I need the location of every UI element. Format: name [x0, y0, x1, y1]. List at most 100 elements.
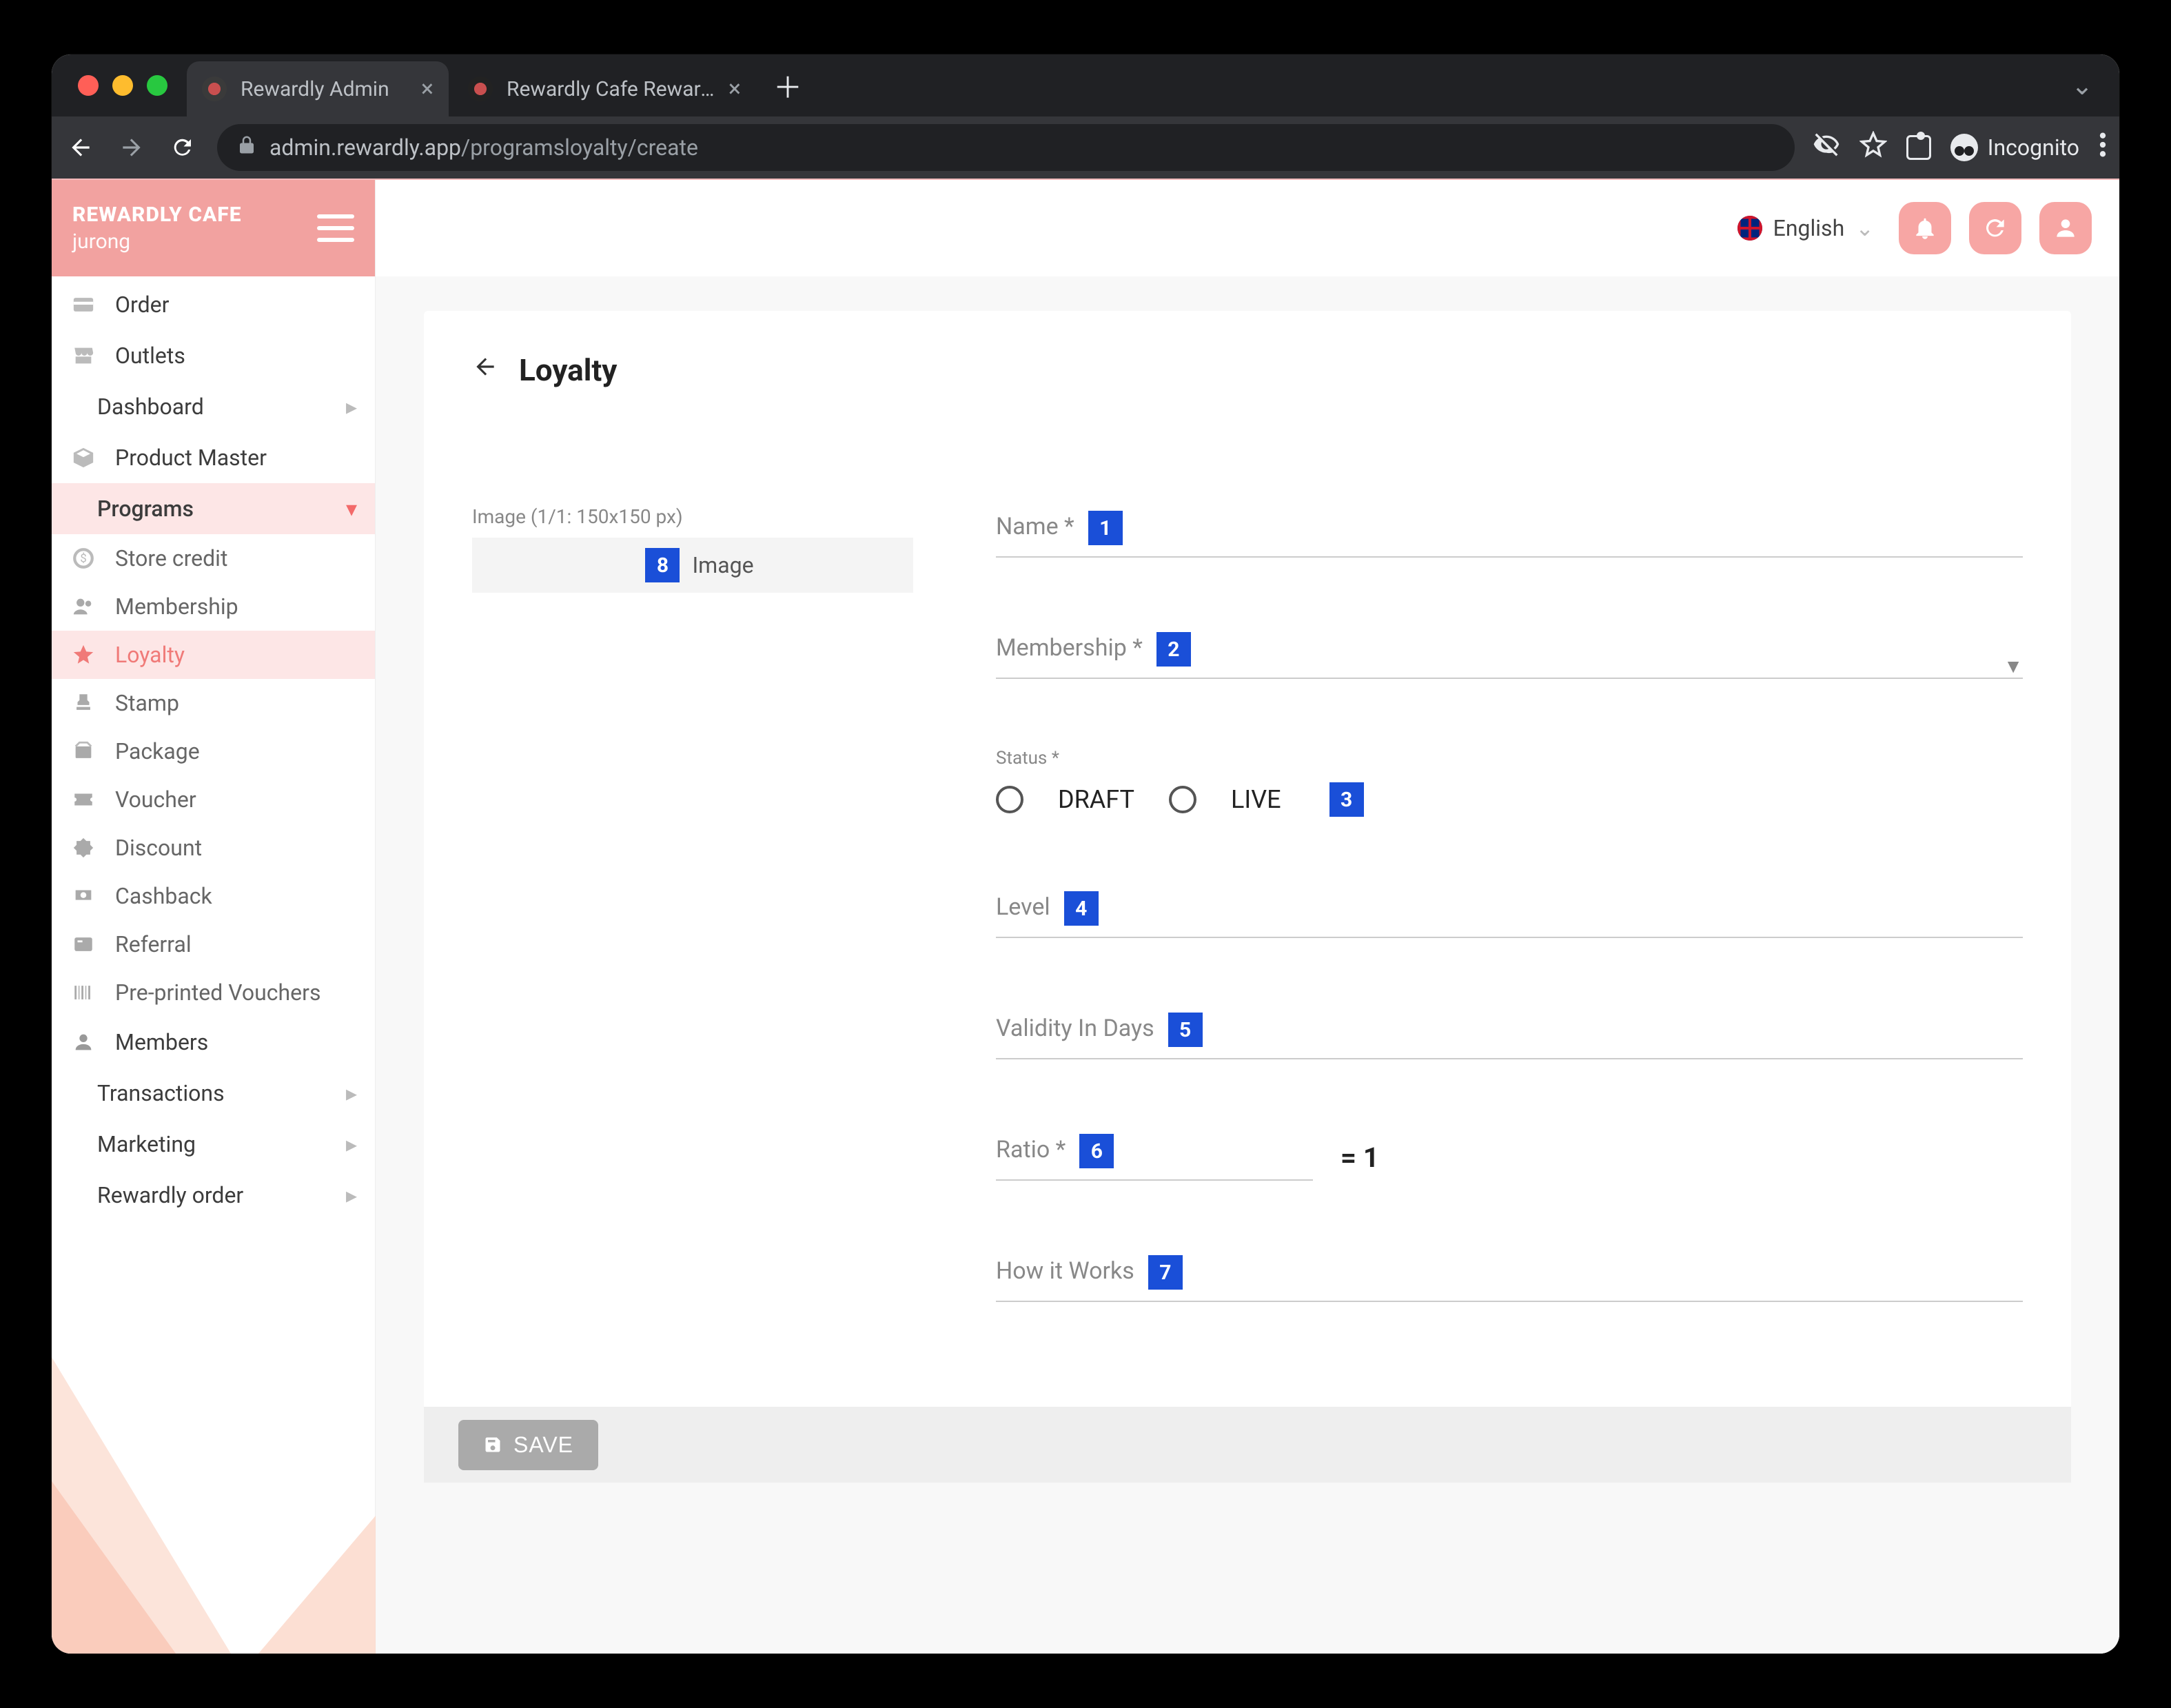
sidebar-label: Dashboard	[97, 394, 328, 420]
ratio-label: Ratio *6	[996, 1134, 1114, 1168]
url-text: admin.rewardly.app/programsloyalty/creat…	[269, 134, 698, 161]
toolbar-right: Incognito	[1813, 131, 2107, 165]
eye-off-icon[interactable]	[1813, 131, 1840, 165]
close-tab-icon[interactable]: ×	[421, 75, 434, 103]
window-controls	[65, 75, 183, 96]
sidebar-label: Pre-printed Vouchers	[115, 979, 320, 1006]
image-drop-label: Image	[692, 552, 753, 578]
sidebar-item-referral[interactable]: Referral	[52, 920, 375, 968]
how-it-works-field[interactable]: How it Works7	[996, 1250, 2023, 1302]
content-area: Loyalty Image (1/1: 150x150 px) 8 Image	[376, 276, 2119, 1654]
language-selector[interactable]: English ⌄	[1737, 215, 1874, 241]
sidebar-label: Loyalty	[115, 642, 185, 668]
image-dropzone[interactable]: 8 Image	[472, 538, 913, 593]
save-button[interactable]: SAVE	[458, 1420, 598, 1470]
status-live-radio[interactable]	[1169, 786, 1196, 813]
extensions-icon[interactable]	[1906, 135, 1931, 160]
sidebar-item-order[interactable]: Order	[52, 279, 375, 330]
ratio-equals-label: = 1	[1341, 1141, 1379, 1181]
browser-tab-1[interactable]: Rewardly Admin ×	[187, 61, 449, 116]
level-label: Level4	[996, 891, 1099, 926]
membership-label: Membership *2	[996, 632, 1191, 667]
tab-title: Rewardly Admin	[241, 77, 407, 101]
save-icon	[483, 1435, 502, 1454]
sidebar-item-package[interactable]: Package	[52, 727, 375, 775]
chevron-down-icon: ▾	[346, 496, 357, 522]
package-icon	[70, 740, 97, 763]
sidebar-item-loyalty[interactable]: Loyalty	[52, 631, 375, 679]
form-area: Image (1/1: 150x150 px) 8 Image Name *1	[472, 505, 2023, 1330]
status-draft-radio[interactable]	[996, 786, 1023, 813]
sidebar-item-membership[interactable]: Membership	[52, 582, 375, 631]
tabs-dropdown-icon[interactable]: ⌄	[2071, 70, 2106, 101]
user-icon	[70, 1030, 97, 1054]
ratio-field[interactable]: Ratio *6	[996, 1128, 1313, 1181]
sidebar-item-voucher[interactable]: Voucher	[52, 775, 375, 824]
sidebar-label: Outlets	[115, 343, 357, 369]
kebab-menu-icon[interactable]	[2099, 131, 2107, 165]
star-icon[interactable]	[1859, 131, 1887, 165]
sidebar-item-discount[interactable]: Discount	[52, 824, 375, 872]
name-field[interactable]: Name *1	[996, 505, 2023, 558]
form-card: Loyalty Image (1/1: 150x150 px) 8 Image	[424, 311, 2071, 1483]
page-header: Loyalty	[472, 352, 2023, 388]
browser-chrome: Rewardly Admin × Rewardly Cafe Rewardly …	[52, 54, 2119, 179]
back-button[interactable]	[64, 134, 97, 161]
chevron-down-icon: ⌄	[1855, 215, 1874, 241]
new-tab-button[interactable]: ＋	[767, 65, 808, 106]
save-bar: SAVE	[424, 1407, 2071, 1483]
sidebar-item-marketing[interactable]: Marketing ▸	[52, 1119, 375, 1170]
card-icon	[70, 293, 97, 316]
sidebar-item-preprinted-vouchers[interactable]: Pre-printed Vouchers	[52, 968, 375, 1017]
sidebar-label: Membership	[115, 593, 238, 620]
annotation-marker-1: 1	[1088, 511, 1123, 545]
sidebar-item-rewardly-order[interactable]: Rewardly order ▸	[52, 1170, 375, 1221]
lock-icon	[236, 134, 257, 161]
voucher-icon	[70, 788, 97, 811]
back-arrow-icon[interactable]	[472, 354, 498, 387]
refresh-button[interactable]	[1969, 202, 2021, 254]
members-icon	[70, 595, 97, 618]
close-window-button[interactable]	[78, 75, 99, 96]
sidebar-item-outlets[interactable]: Outlets	[52, 330, 375, 381]
sidebar-item-transactions[interactable]: Transactions ▸	[52, 1068, 375, 1119]
save-label: SAVE	[513, 1432, 573, 1458]
membership-field[interactable]: Membership *2 ▼	[996, 627, 2023, 679]
annotation-marker-6: 6	[1079, 1134, 1114, 1168]
sidebar-item-cashback[interactable]: Cashback	[52, 872, 375, 920]
validity-field[interactable]: Validity In Days5	[996, 1007, 2023, 1059]
notifications-button[interactable]	[1899, 202, 1951, 254]
fields-column: Name *1 Membership *2 ▼ Status * DRAFT	[996, 505, 2023, 1330]
browser-window: Rewardly Admin × Rewardly Cafe Rewardly …	[52, 54, 2119, 1654]
sidebar-item-dashboard[interactable]: Dashboard ▸	[52, 381, 375, 432]
minimize-window-button[interactable]	[112, 75, 133, 96]
sidebar-item-programs[interactable]: Programs ▾	[52, 483, 375, 534]
hamburger-icon[interactable]	[317, 214, 354, 242]
sidebar-item-members[interactable]: Members	[52, 1017, 375, 1068]
how-label: How it Works7	[996, 1255, 1183, 1290]
sidebar-label: Rewardly order	[97, 1182, 328, 1208]
reload-button[interactable]	[166, 135, 199, 160]
sidebar-label: Marketing	[97, 1131, 328, 1157]
maximize-window-button[interactable]	[147, 75, 167, 96]
discount-icon	[70, 836, 97, 860]
chevron-right-icon: ▸	[346, 1131, 357, 1157]
address-bar[interactable]: admin.rewardly.app/programsloyalty/creat…	[217, 124, 1795, 171]
flag-uk-icon	[1737, 216, 1762, 241]
page-title: Loyalty	[519, 352, 617, 388]
incognito-icon	[1950, 134, 1978, 161]
box-icon	[70, 446, 97, 469]
star-icon	[70, 643, 97, 667]
browser-tab-2[interactable]: Rewardly Cafe Rewardly Loyalt ×	[453, 61, 756, 116]
forward-button[interactable]	[115, 134, 148, 161]
chevron-right-icon: ▸	[346, 394, 357, 420]
sidebar-item-store-credit[interactable]: $ Store credit	[52, 534, 375, 582]
close-tab-icon[interactable]: ×	[728, 75, 741, 103]
annotation-marker-7: 7	[1148, 1255, 1183, 1290]
sidebar-item-stamp[interactable]: Stamp	[52, 679, 375, 727]
account-button[interactable]	[2039, 202, 2092, 254]
brand-location: jurong	[72, 230, 242, 254]
barcode-icon	[70, 981, 97, 1004]
sidebar-item-product-master[interactable]: Product Master	[52, 432, 375, 483]
level-field[interactable]: Level4	[996, 886, 2023, 938]
